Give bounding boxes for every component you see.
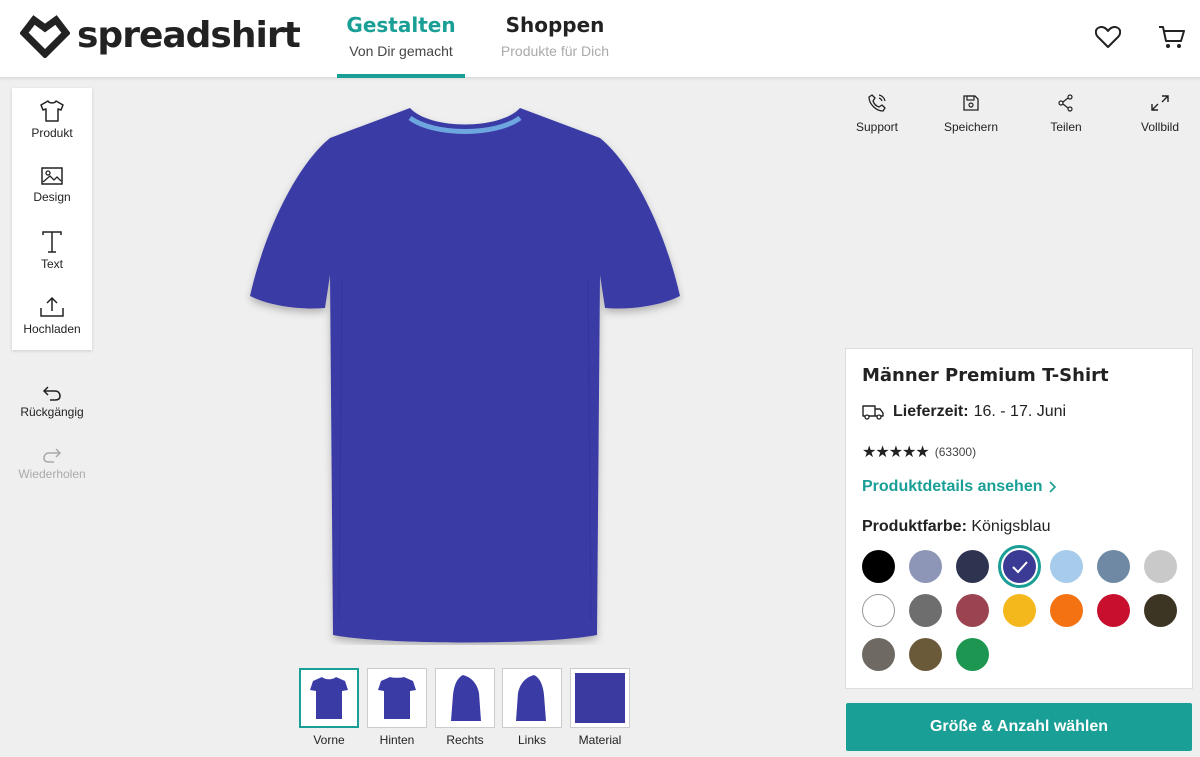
color-swatch[interactable] [1050,550,1083,583]
truck-icon [862,405,884,420]
product-color: Produktfarbe: Königsblau [862,518,1051,536]
view-thumb-vorne-image [299,668,359,728]
support-button[interactable]: Support [837,94,917,134]
tool-produkt-label: Produkt [31,126,73,140]
color-swatch[interactable] [998,545,1041,588]
expand-icon [1151,95,1169,111]
tool-panel: Produkt Design Text Hochladen [12,88,92,350]
tshirt-preview[interactable] [245,100,685,645]
view-thumb-material-image [570,668,630,728]
view-thumb-vorne[interactable]: Vorne [299,668,359,747]
image-icon [41,167,63,185]
color-swatch[interactable] [1050,594,1083,627]
spreadshirt-logo[interactable]: spreadshirt [20,14,301,58]
product-color-value: Königsblau [971,518,1051,535]
tool-text-label: Text [40,257,63,271]
color-swatch[interactable] [956,594,989,627]
view-thumb-links[interactable]: Links [502,668,562,747]
delivery-label: Lieferzeit: [893,403,969,420]
color-swatch[interactable] [956,638,989,671]
view-thumb-hinten-image [367,668,427,728]
save-label: Speichern [943,120,999,134]
rating-count: (63300) [934,444,977,459]
text-icon [42,231,62,253]
color-swatch[interactable] [909,638,942,671]
product-details-label: Produktdetails ansehen [862,478,1043,495]
view-thumb-material[interactable]: Material [570,668,630,747]
product-details-link[interactable]: Produktdetails ansehen [862,478,1056,496]
rating[interactable]: ★★★★★ (63300) [862,442,976,461]
tab-shoppen[interactable]: Shoppen Produkte für Dich [490,0,620,78]
save-button[interactable]: Speichern [931,94,1011,134]
view-thumb-hinten[interactable]: Hinten [367,668,427,747]
view-thumb-links-image [502,668,562,728]
rating-stars: ★★★★★ [862,442,930,461]
logo-text: spreadshirt [77,14,301,56]
upload-icon [40,296,64,317]
color-swatch[interactable] [1144,594,1177,627]
color-swatch[interactable] [909,594,942,627]
redo-icon [43,448,62,463]
color-swatch[interactable] [1097,550,1130,583]
delivery-info: Lieferzeit: 16. - 17. Juni [862,403,1066,421]
view-thumb-material-label: Material [578,733,622,747]
product-title: Männer Premium T-Shirt [862,365,1109,386]
top-header: spreadshirt Gestalten Von Dir gemacht Sh… [0,0,1200,78]
redo-label: Wiederholen [18,467,86,481]
color-swatch[interactable] [1097,594,1130,627]
color-swatch[interactable] [862,638,895,671]
product-card: Männer Premium T-Shirt Lieferzeit: 16. -… [845,348,1193,689]
redo-button[interactable]: Wiederholen [10,447,94,481]
delivery-value: 16. - 17. Juni [973,403,1067,420]
support-label: Support [855,120,899,134]
check-icon [1011,560,1028,573]
tab-shoppen-title: Shoppen [505,13,605,37]
tool-text[interactable]: Text [12,231,92,293]
tshirt-icon [40,100,64,122]
tool-hochladen[interactable]: Hochladen [12,296,92,358]
share-icon [1058,94,1073,112]
undo-label: Rückgängig [20,405,84,419]
phone-icon [868,94,886,112]
view-thumb-rechts-label: Rechts [446,733,484,747]
share-button[interactable]: Teilen [1026,94,1106,134]
view-thumb-vorne-label: Vorne [313,733,345,747]
chevron-right-icon [1048,481,1056,493]
color-swatch[interactable] [909,550,942,583]
fullscreen-label: Vollbild [1140,120,1180,134]
view-thumb-links-label: Links [517,733,546,747]
view-thumb-hinten-label: Hinten [379,733,415,747]
undo-icon [42,386,61,401]
fullscreen-button[interactable]: Vollbild [1120,94,1200,134]
product-color-label: Produktfarbe: [862,518,967,535]
logo-heart-icon [20,15,70,58]
choose-size-quantity-button[interactable]: Größe & Anzahl wählen [846,703,1192,751]
tab-gestalten[interactable]: Gestalten Von Dir gemacht [337,0,465,78]
color-swatch[interactable] [1003,594,1036,627]
undo-button[interactable]: Rückgängig [10,385,94,419]
view-thumb-rechts-image [435,668,495,728]
tool-produkt[interactable]: Produkt [12,100,92,162]
color-swatch[interactable] [862,594,895,627]
color-swatch[interactable] [956,550,989,583]
heart-icon[interactable] [1093,22,1123,52]
tab-gestalten-subtitle: Von Dir gemacht [349,43,453,59]
tab-gestalten-title: Gestalten [346,13,456,37]
tab-shoppen-subtitle: Produkte für Dich [500,43,610,59]
share-label: Teilen [1050,120,1082,134]
cart-icon[interactable] [1157,22,1187,52]
save-icon [963,95,979,111]
color-swatch[interactable] [862,550,895,583]
color-swatch[interactable] [1144,550,1177,583]
view-thumb-rechts[interactable]: Rechts [435,668,495,747]
tool-hochladen-label: Hochladen [23,322,81,336]
tool-design[interactable]: Design [12,166,92,228]
tool-design-label: Design [33,190,71,204]
